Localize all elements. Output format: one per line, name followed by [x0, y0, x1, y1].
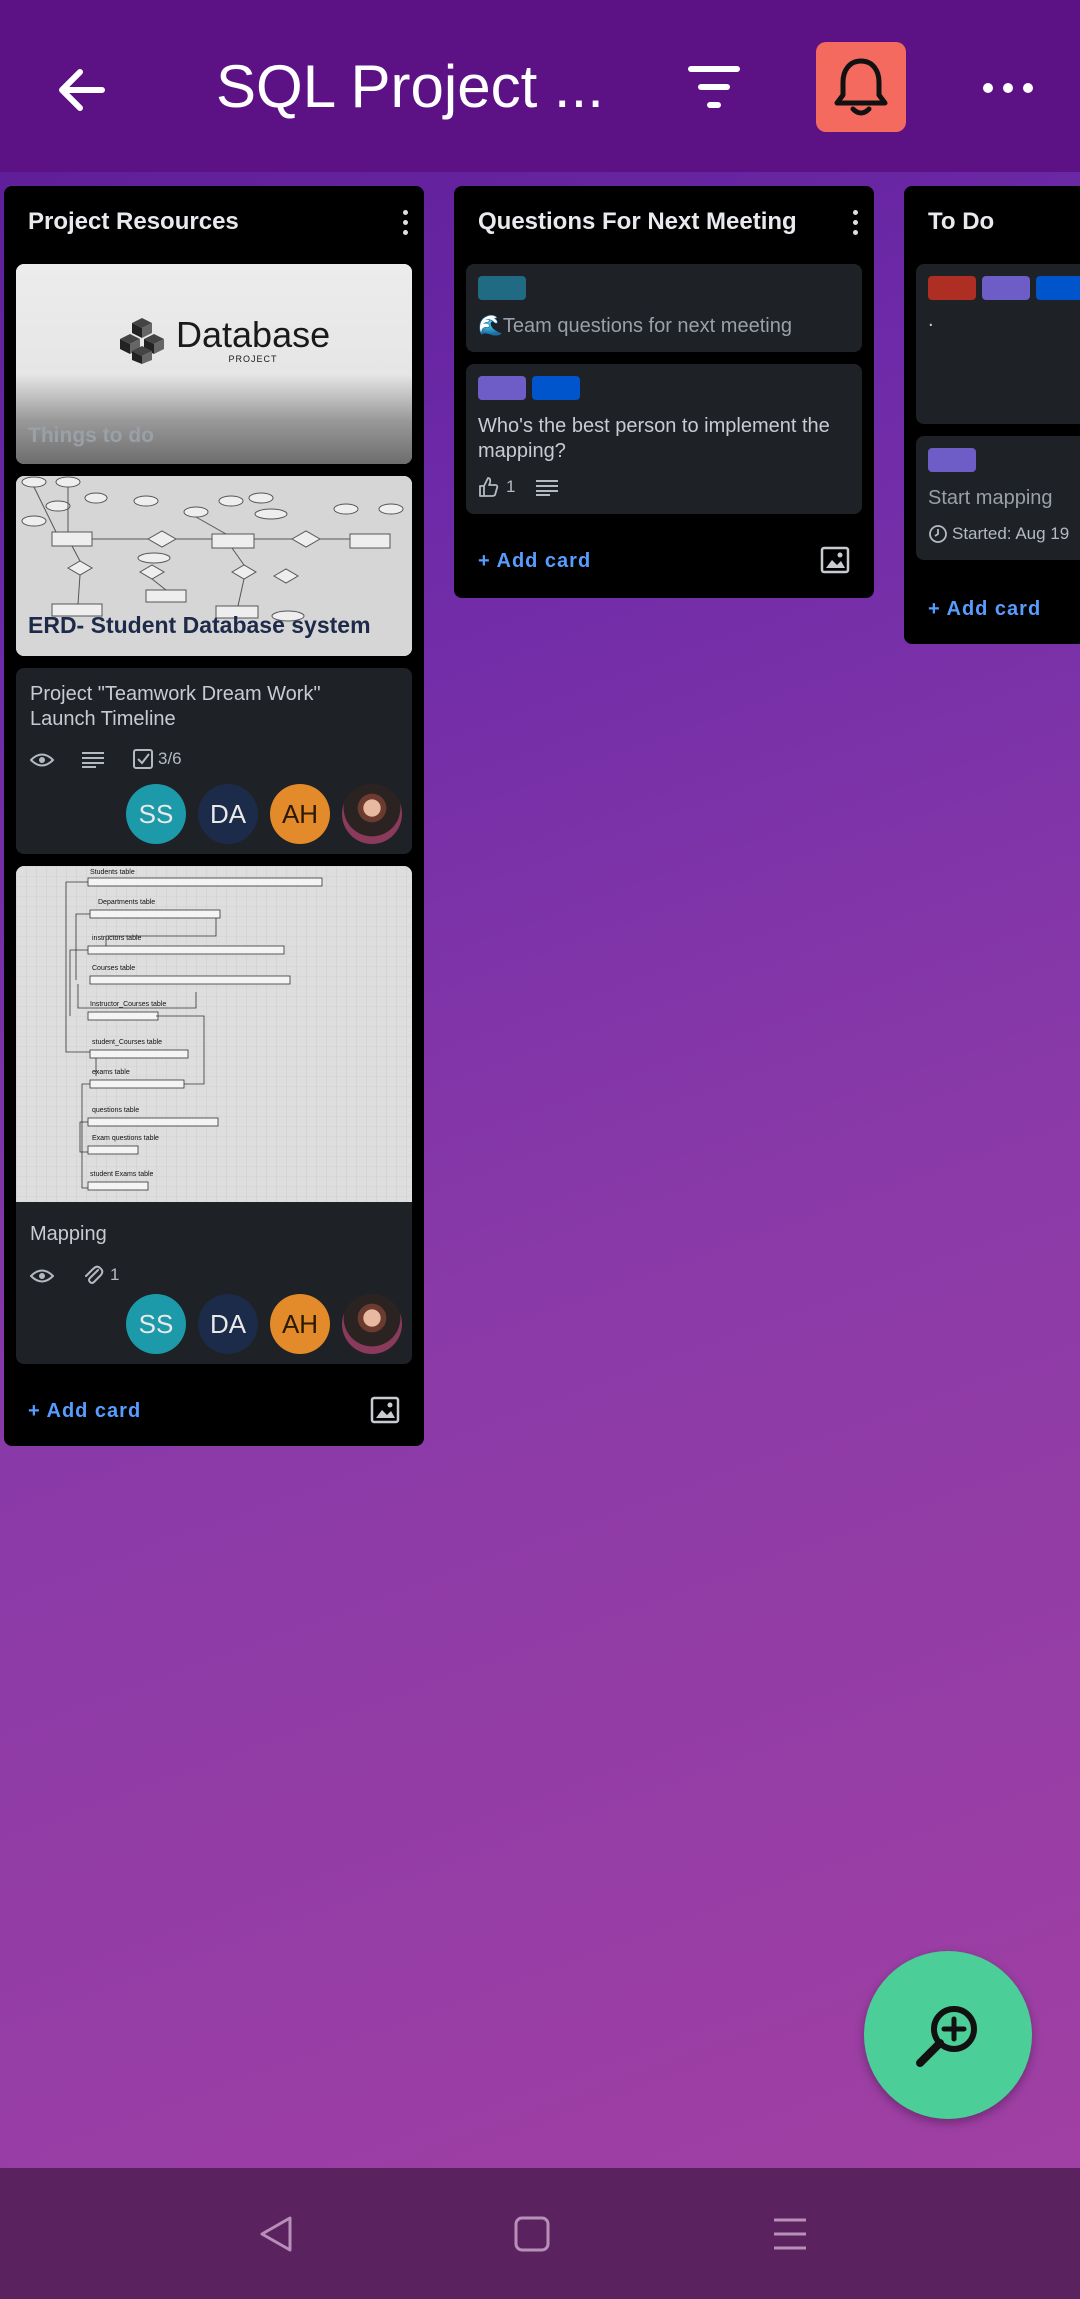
description-icon [536, 480, 558, 496]
diagram-label: student Exams table [90, 1171, 154, 1178]
avatar[interactable]: AH [270, 1294, 330, 1354]
add-card-button[interactable]: + Add card [928, 598, 1041, 621]
avatar[interactable]: DA [198, 1294, 258, 1354]
cover-subtitle: PROJECT [228, 354, 278, 364]
nav-back-icon[interactable] [254, 2212, 298, 2256]
clock-icon [929, 525, 947, 543]
label-teal [478, 276, 526, 300]
label-purple [928, 448, 976, 472]
add-image-icon[interactable] [370, 1396, 400, 1424]
avatar[interactable]: SS [126, 1294, 186, 1354]
diagram-label: exams table [92, 1069, 130, 1076]
nav-home-icon[interactable] [510, 2212, 554, 2256]
add-card-button[interactable]: + Add card [478, 550, 591, 573]
diagram-label: Exam questions table [92, 1135, 159, 1142]
card-title: Project "Teamwork Dream Work" Launch Tim… [30, 683, 321, 730]
list-questions-next-meeting: Questions For Next Meeting 🌊Team questio… [454, 186, 874, 598]
likes-count: 1 [506, 477, 516, 496]
diagram-label: Students table [90, 869, 135, 876]
zoom-in-button[interactable] [864, 1951, 1032, 2119]
checklist-count: 3/6 [158, 749, 182, 768]
cover-title: Database [176, 314, 331, 355]
database-logo: Database PROJECT [116, 316, 330, 364]
list-title[interactable]: Project Resources [28, 208, 239, 236]
label-blue [1036, 276, 1080, 300]
card-things-to-do[interactable]: Database PROJECT Things to do [16, 264, 412, 464]
arrow-left-icon[interactable] [52, 60, 112, 120]
bell-icon [834, 58, 888, 116]
card-title: Mapping [30, 1223, 107, 1245]
start-date-badge: Started: Aug 19 [928, 524, 1069, 544]
card-start-mapping[interactable]: Start mapping Started: Aug 19 [916, 436, 1080, 560]
label-purple [478, 376, 526, 400]
list-menu-icon[interactable] [400, 210, 410, 240]
list-project-resources: Project Resources Database PROJECT Thing… [4, 186, 424, 1446]
mapping-diagram-image: Students table Departments table instruc… [16, 866, 412, 1202]
app-bar: SQL Project .... [0, 0, 1080, 172]
checklist-icon [133, 749, 153, 769]
board-title[interactable]: SQL Project .... [216, 52, 606, 121]
avatar-photo[interactable] [342, 784, 402, 844]
diagram-label: Courses table [92, 965, 135, 972]
list-to-do: To Do . Start mapping Started: Aug 19 + … [904, 186, 1080, 644]
card-title: Start mapping [928, 487, 1053, 509]
card-title: 🌊Team questions for next meeting [478, 315, 792, 337]
avatar[interactable]: SS [126, 784, 186, 844]
card-title: . [928, 309, 934, 331]
list-title[interactable]: To Do [928, 208, 994, 236]
card-title: Who's the best person to implement the m… [478, 415, 830, 462]
notifications-button[interactable] [816, 42, 906, 132]
attachment-count: 1 [110, 1265, 120, 1284]
thumbs-up-icon [479, 477, 499, 497]
card-title: ERD- Student Database system [28, 612, 371, 638]
add-card-button[interactable]: + Add card [28, 1400, 141, 1423]
system-nav-bar [0, 2168, 1080, 2299]
list-menu-icon[interactable] [850, 210, 860, 240]
attachments-badge: 1 [82, 1264, 119, 1286]
zoom-in-icon [916, 2006, 977, 2067]
diagram-label: Instructor_Courses table [90, 1001, 166, 1008]
list-title[interactable]: Questions For Next Meeting [478, 208, 797, 236]
label-blue [532, 376, 580, 400]
avatar[interactable]: AH [270, 784, 330, 844]
diagram-label: Departments table [98, 899, 155, 906]
diagram-label: questions table [92, 1107, 139, 1114]
add-image-icon[interactable] [820, 546, 850, 574]
card-erd[interactable]: ERD- Student Database system [16, 476, 412, 656]
card-title: Things to do [28, 424, 154, 447]
more-horizontal-icon[interactable] [980, 78, 1036, 98]
start-date: Started: Aug 19 [952, 524, 1070, 543]
filter-icon[interactable] [686, 62, 742, 114]
cubes-icon [120, 318, 164, 364]
card-team-questions[interactable]: 🌊Team questions for next meeting [466, 264, 862, 352]
card-best-person[interactable]: Who's the best person to implement the m… [466, 364, 862, 514]
paperclip-icon [85, 1265, 104, 1284]
label-purple [982, 276, 1030, 300]
watching-eye-icon [30, 753, 54, 767]
label-red [928, 276, 976, 300]
nav-menu-icon[interactable] [768, 2212, 812, 2256]
diagram-label: student_Courses table [92, 1039, 162, 1046]
card-mapping[interactable]: Students table Departments table instruc… [16, 866, 412, 1364]
card-dot[interactable]: . [916, 264, 1080, 424]
likes-badge: 1 [478, 476, 515, 498]
checklist-badge: 3/6 [132, 748, 182, 770]
description-icon [82, 752, 104, 768]
avatar-photo[interactable] [342, 1294, 402, 1354]
avatar[interactable]: DA [198, 784, 258, 844]
watching-eye-icon [30, 1269, 54, 1283]
diagram-label: instructors table [92, 935, 142, 942]
card-launch-timeline[interactable]: Project "Teamwork Dream Work" Launch Tim… [16, 668, 412, 854]
